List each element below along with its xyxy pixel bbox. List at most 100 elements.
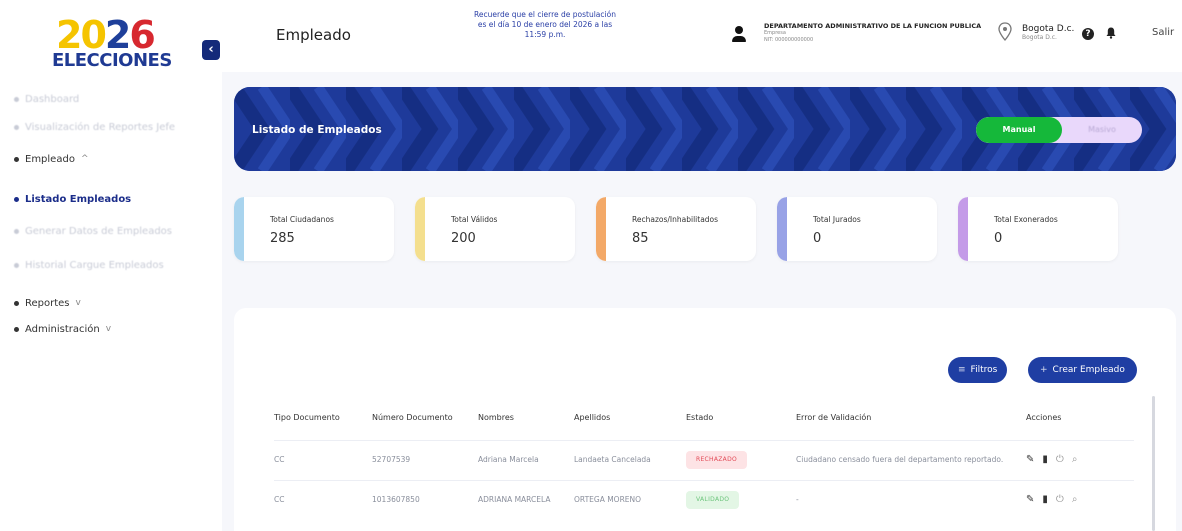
stat-label: Total Ciudadanos bbox=[270, 215, 334, 224]
bullet-icon bbox=[14, 262, 19, 268]
stat-label: Rechazos/Inhabilitados bbox=[632, 215, 719, 224]
stat-value: 85 bbox=[632, 231, 649, 246]
city-name: Bogota D.c. bbox=[1022, 24, 1075, 34]
sidebar-item-reportes-jefe[interactable]: Visualización de Reportes Jefe bbox=[14, 116, 214, 138]
trash-icon[interactable]: ▮ bbox=[1042, 455, 1056, 465]
logo-word: ELECCIONES bbox=[52, 50, 172, 71]
col-estado[interactable]: Estado bbox=[686, 396, 796, 440]
bullet-icon bbox=[14, 228, 19, 234]
entity-name: DEPARTAMENTO ADMINISTRATIVO DE LA FUNCIO… bbox=[764, 22, 982, 30]
sidebar-item-label: Generar Datos de Empleados bbox=[25, 225, 172, 237]
stat-accent bbox=[596, 197, 606, 261]
city-selector[interactable]: Bogota D.c. Bogota D.c. bbox=[1022, 24, 1074, 41]
sidebar-item-listado-empleados[interactable]: Listado Empleados bbox=[14, 188, 214, 210]
mode-toggle[interactable]: Manual Masivo bbox=[976, 117, 1142, 143]
sidebar-item-historial-cargue[interactable]: Historial Cargue Empleados bbox=[14, 254, 214, 276]
stat-card-rechazos: Rechazos/Inhabilitados 85 bbox=[596, 197, 756, 261]
power-icon[interactable]: ⏻ bbox=[1056, 455, 1072, 465]
entity-nit: NIT: 000000000000 bbox=[764, 37, 814, 43]
bullet-icon bbox=[14, 326, 19, 332]
cell-error: - bbox=[796, 479, 1026, 520]
col-acciones: Acciones bbox=[1026, 413, 1062, 423]
cell-error: Ciudadano censado fuera del departamento… bbox=[796, 439, 1026, 480]
stat-accent bbox=[777, 197, 787, 261]
entity-info: DEPARTAMENTO ADMINISTRATIVO DE LA FUNCIO… bbox=[764, 22, 984, 44]
stat-card-total-validos: Total Válidos 200 bbox=[415, 197, 575, 261]
bullet-icon bbox=[14, 156, 19, 162]
bullet-icon bbox=[14, 196, 19, 202]
search-icon[interactable]: ⌕ bbox=[1072, 495, 1086, 505]
cell-estado: RECHAZADO bbox=[686, 439, 796, 480]
table-row[interactable]: CC 52707539 Adriana Marcela Landaeta Can… bbox=[274, 439, 1134, 480]
sidebar-item-reportes[interactable]: Reportes v bbox=[14, 292, 214, 314]
stat-value: 200 bbox=[451, 231, 476, 246]
cell-nombres: Adriana Marcela bbox=[478, 439, 574, 480]
stat-card-total-exonerados: Total Exonerados 0 bbox=[958, 197, 1118, 261]
search-icon[interactable]: ⌕ bbox=[1072, 455, 1086, 465]
cell-acciones: ✎▮⏻⌕ bbox=[1026, 479, 1134, 520]
edit-icon[interactable]: ✎ bbox=[1026, 495, 1042, 505]
stat-card-total-ciudadanos: Total Ciudadanos 285 bbox=[234, 197, 394, 261]
stat-card-total-jurados: Total Jurados 0 bbox=[777, 197, 937, 261]
top-header: Empleado Recuerde que el cierre de postu… bbox=[222, 0, 1182, 72]
plus-icon: + bbox=[1040, 365, 1048, 375]
chevron-up-icon: ^ bbox=[80, 154, 89, 164]
toggle-manual[interactable]: Manual bbox=[976, 117, 1062, 143]
stat-label: Total Jurados bbox=[813, 215, 861, 224]
banner-title: Listado de Empleados bbox=[252, 124, 382, 136]
sidebar-nav: Dashboard Visualización de Reportes Jefe… bbox=[14, 88, 214, 340]
cell-estado: VALIDADO bbox=[686, 479, 796, 520]
cell-tipo: CC bbox=[274, 439, 372, 480]
sidebar-item-label: Listado Empleados bbox=[25, 193, 132, 205]
page-banner: Listado de Empleados Manual Masivo bbox=[234, 87, 1176, 171]
stat-value: 285 bbox=[270, 231, 295, 246]
bullet-icon bbox=[14, 124, 19, 130]
stat-label: Total Exonerados bbox=[994, 215, 1058, 224]
filter-icon: ≡ bbox=[958, 365, 966, 375]
page-title: Empleado bbox=[276, 26, 351, 44]
logout-link[interactable]: Salir bbox=[1152, 27, 1174, 38]
bullet-icon bbox=[14, 300, 19, 306]
sidebar-item-dashboard[interactable]: Dashboard bbox=[14, 88, 214, 110]
col-numero-documento[interactable]: Número Documento bbox=[372, 396, 478, 440]
user-icon[interactable] bbox=[732, 26, 746, 44]
col-error-validacion[interactable]: Error de Validación bbox=[796, 396, 1026, 440]
sidebar-item-label: Visualización de Reportes Jefe bbox=[25, 121, 176, 133]
cell-apellidos: ORTEGA MORENO bbox=[574, 479, 686, 520]
status-badge: VALIDADO bbox=[686, 491, 740, 510]
trash-icon[interactable]: ▮ bbox=[1042, 495, 1056, 505]
chevron-down-icon: v bbox=[75, 298, 81, 308]
sidebar-item-label: Dashboard bbox=[25, 93, 80, 105]
filters-label: Filtros bbox=[970, 365, 998, 375]
sidebar-item-administracion[interactable]: Administración v bbox=[14, 318, 214, 340]
cell-numero: 1013607850 bbox=[372, 479, 478, 520]
col-nombres[interactable]: Nombres bbox=[478, 396, 574, 440]
location-icon bbox=[996, 22, 1016, 44]
city-sub: Bogota D.c. bbox=[1022, 34, 1057, 41]
create-employee-label: Crear Empleado bbox=[1052, 365, 1125, 375]
col-apellidos[interactable]: Apellidos bbox=[574, 396, 686, 440]
sidebar-item-generar-datos[interactable]: Generar Datos de Empleados bbox=[14, 220, 214, 242]
stat-value: 0 bbox=[813, 231, 822, 246]
collapse-sidebar-button[interactable]: ‹ bbox=[202, 40, 220, 60]
cell-tipo: CC bbox=[274, 479, 372, 520]
sidebar-item-label: Reportes bbox=[25, 297, 70, 309]
create-employee-button[interactable]: + Crear Empleado bbox=[1028, 357, 1137, 383]
table-scrollbar[interactable] bbox=[1152, 396, 1155, 531]
power-icon[interactable]: ⏻ bbox=[1056, 495, 1072, 505]
table-row[interactable]: CC 1013607850 ADRIANA MARCELA ORTEGA MOR… bbox=[274, 479, 1134, 520]
cell-nombres: ADRIANA MARCELA bbox=[478, 479, 574, 520]
chevron-down-icon: v bbox=[105, 324, 112, 334]
sidebar-item-empleado[interactable]: Empleado ^ bbox=[14, 148, 214, 170]
edit-icon[interactable]: ✎ bbox=[1026, 455, 1042, 465]
filters-button[interactable]: ≡ Filtros bbox=[948, 357, 1008, 383]
col-tipo-documento[interactable]: Tipo Documento bbox=[274, 396, 372, 440]
stat-value: 0 bbox=[994, 231, 1003, 246]
elecciones-logo: 2026 ELECCIONES bbox=[50, 14, 180, 71]
sidebar-item-label: Historial Cargue Empleados bbox=[25, 259, 164, 271]
table-header-row: Tipo Documento Número Documento Nombres … bbox=[274, 396, 1134, 440]
toggle-masivo[interactable]: Masivo bbox=[1062, 117, 1142, 143]
bell-icon[interactable] bbox=[1106, 27, 1116, 42]
deadline-notice: Recuerde que el cierre de postulación es… bbox=[474, 10, 616, 39]
help-icon[interactable]: ? bbox=[1082, 28, 1094, 40]
